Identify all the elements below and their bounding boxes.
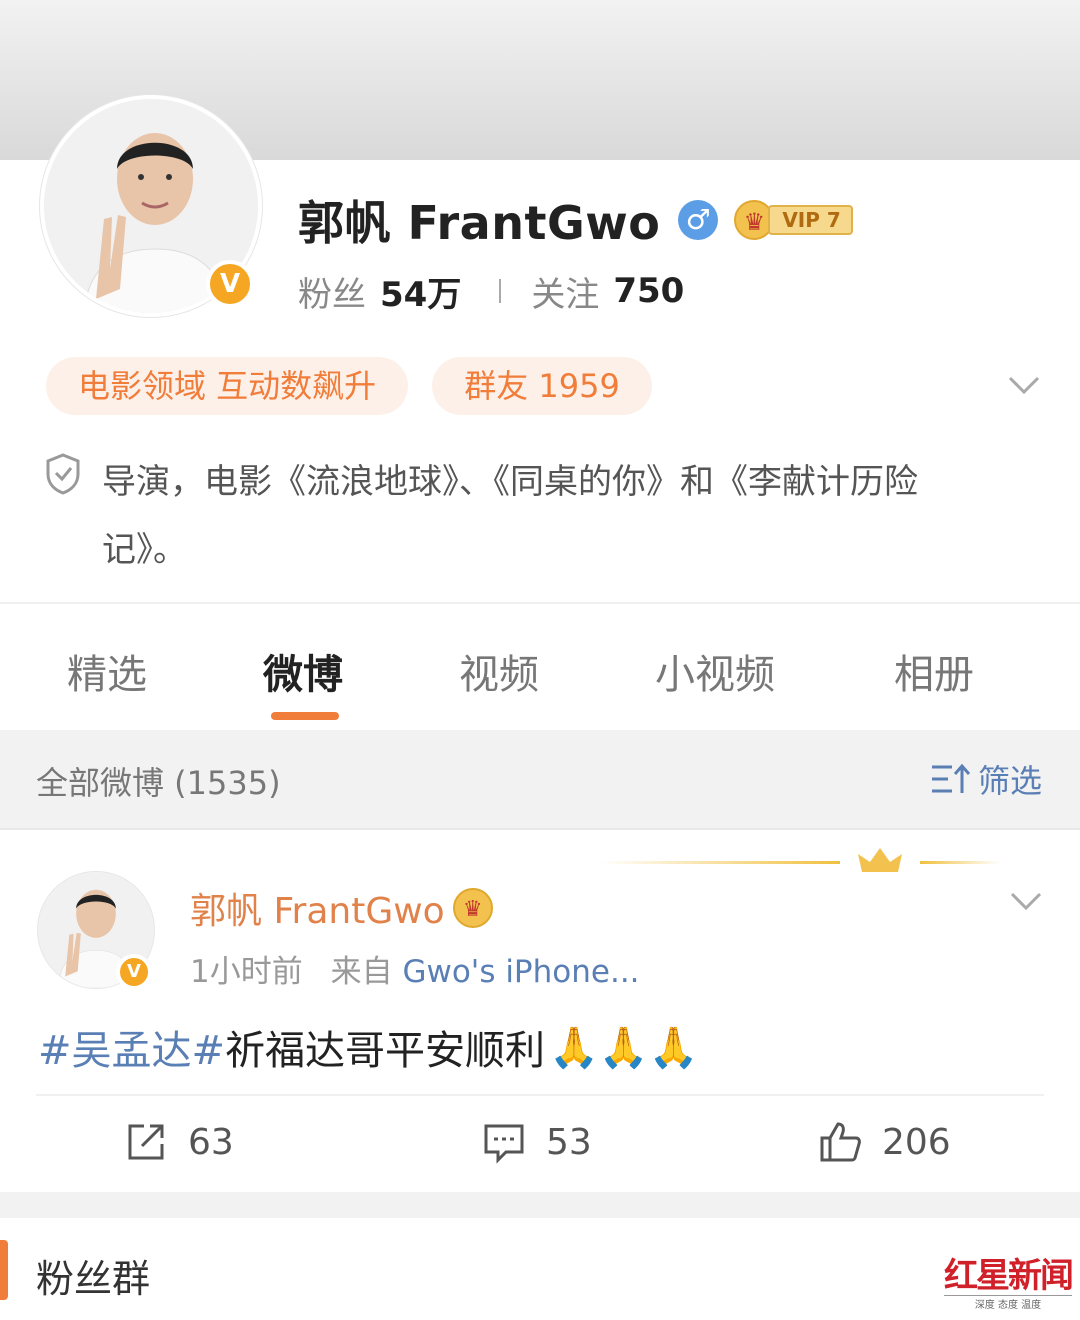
tab-weibo[interactable]: 微博 [263,642,343,700]
filter-button[interactable]: 筛选 [930,756,1042,802]
post-source[interactable]: Gwo's iPhone... [402,954,639,990]
profile-bio: 导演，电影《流浪地球》、《同桌的你》和《李献计历险 记》。 [44,448,1044,584]
repost-icon [128,1124,164,1160]
post-time: 1小时前 [190,954,303,990]
praying-hands-emoji: 🙏🙏🙏 [549,1024,699,1071]
tab-videos[interactable]: 视频 [459,642,539,700]
tab-albums[interactable]: 相册 [894,642,974,700]
post-author-row: 郭帆 FrantGwo ♛ [190,882,493,934]
following-label: 关注 [531,274,600,315]
watermark-logo-text: 红星新闻 [944,1256,1074,1296]
watermark-slogan: 深度 态度 温度 [944,1295,1072,1311]
fans-count: 54万 [380,274,462,315]
post-content: #吴孟达# 祈福达哥平安顺利 🙏🙏🙏 [38,1018,698,1076]
profile-name-row: 郭帆 FrantGwo ♂ ♛ VIP 7 [298,190,853,250]
chevron-down-icon[interactable] [1006,370,1042,400]
bio-text: 导演，电影《流浪地球》、《同桌的你》和《李献计历险 记》。 [102,448,1042,584]
shield-check-icon [46,453,80,495]
chevron-down-icon[interactable] [1008,886,1044,916]
comment-icon [484,1124,524,1164]
section-accent-bar [0,1240,8,1300]
weibo-post: V 郭帆 FrantGwo ♛ 1小时前 来自 Gwo's iPhone... … [0,830,1080,1192]
post-from-label: 来自 [330,954,393,990]
fans-group-section: 粉丝群 红星新闻 深度 态度 温度 [0,1218,1080,1320]
post-actions: 63 53 206 [0,1106,1080,1186]
stat-divider [499,279,502,303]
thumbs-up-icon [820,1122,861,1162]
fans-label: 粉丝 [298,274,366,315]
tag-group-friends[interactable]: 群友 1959 [432,357,652,415]
comment-count: 53 [546,1121,592,1163]
tab-short-videos[interactable]: 小视频 [655,642,775,700]
fans-stat[interactable]: 粉丝 54万 [298,267,461,316]
filter-label: 筛选 [977,762,1042,800]
profile-name: 郭帆 FrantGwo [298,196,661,250]
red-star-news-watermark: 红星新闻 深度 态度 温度 [944,1248,1074,1311]
post-hashtag[interactable]: #吴孟达# [38,1018,225,1076]
post-meta: 1小时前 来自 Gwo's iPhone... [190,946,640,991]
crown-icon: ♛ [452,888,493,928]
section-gap [0,1192,1080,1218]
vip-badge[interactable]: ♛ VIP 7 [734,200,853,240]
fans-group-title[interactable]: 粉丝群 [36,1248,150,1303]
bio-line-1: 导演，电影《流浪地球》、《同桌的你》和《李献计历险 [102,462,918,502]
like-count: 206 [882,1121,951,1163]
following-stat[interactable]: 关注 750 [531,267,684,316]
male-gender-icon: ♂ [678,200,719,240]
verified-badge-icon: V [116,954,152,990]
comment-button[interactable]: 53 [482,1120,592,1164]
post-author-name[interactable]: 郭帆 FrantGwo [190,882,445,934]
verified-badge-icon: V [206,260,254,308]
profile-tabs: 精选 微博 视频 小视频 相册 [0,604,1080,730]
vip-level-label: VIP 7 [768,205,853,235]
tab-featured[interactable]: 精选 [67,642,147,700]
repost-button[interactable]: 63 [124,1120,234,1164]
active-tab-indicator [271,712,339,720]
following-count: 750 [613,271,685,311]
all-posts-count: 全部微博 (1535) [36,764,281,802]
like-button[interactable]: 206 [818,1120,951,1164]
crown-decoration-icon [600,848,1000,872]
profile-stats: 粉丝 54万 关注 750 [298,266,684,316]
profile-tags: 电影领域 互动数飙升 群友 1959 [46,357,676,415]
filter-bar: 全部微博 (1535) 筛选 [0,730,1080,830]
post-divider [36,1094,1044,1096]
tag-field-trending[interactable]: 电影领域 互动数飙升 [46,357,409,415]
bio-line-2: 记》。 [102,530,187,570]
repost-count: 63 [188,1121,234,1163]
post-text: 祈福达哥平安顺利 [225,1028,546,1074]
filter-sort-icon [931,763,970,793]
